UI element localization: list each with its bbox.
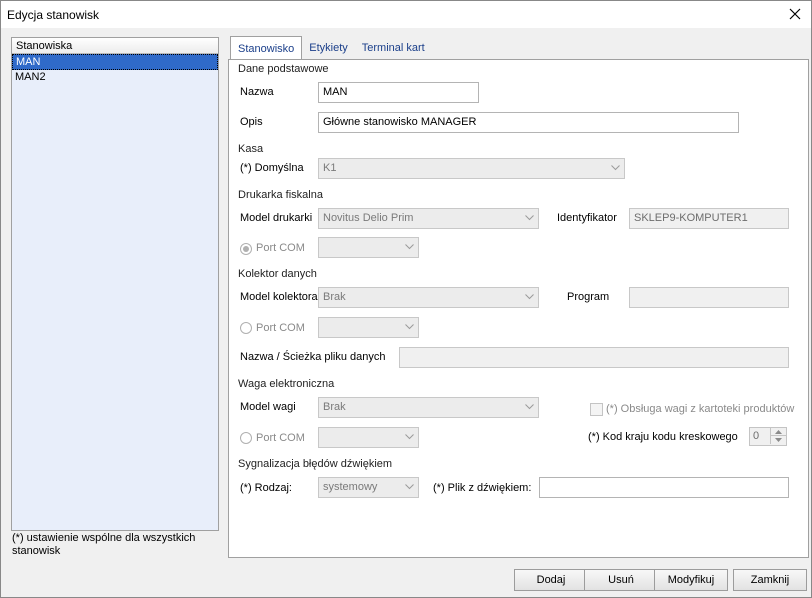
model-kolektora-select[interactable]: Brak	[318, 287, 539, 308]
list-item[interactable]: MAN2	[12, 70, 218, 86]
model-wagi-value: Brak	[323, 401, 346, 413]
chevron-down-icon	[405, 434, 414, 440]
window-title: Edycja stanowisk	[7, 8, 100, 22]
tab-terminal-kart[interactable]: Terminal kart	[355, 38, 432, 59]
rodzaj-value: systemowy	[323, 481, 378, 493]
identyfikator-label: Identyfikator	[557, 212, 617, 224]
model-kolektora-label: Model kolektora	[240, 291, 318, 303]
model-drukarki-value: Novitus Delio Prim	[323, 212, 414, 224]
modyfikuj-button-label: Modyfikuj	[667, 574, 715, 586]
rodzaj-label: (*) Rodzaj:	[240, 482, 292, 494]
port-com-radio-waga[interactable]	[240, 432, 252, 444]
chevron-down-icon	[525, 404, 534, 410]
tab-panel: Dane podstawowe Nazwa MAN Opis Główne st…	[228, 59, 809, 558]
section-drukarka-fiskalna: Drukarka fiskalna	[238, 189, 323, 201]
chevron-down-icon	[405, 324, 414, 330]
chevron-down-icon	[775, 438, 782, 442]
chevron-down-icon	[525, 294, 534, 300]
kod-kraju-label: (*) Kod kraju kodu kreskowego	[588, 431, 738, 443]
list-header: Stanowiska	[12, 38, 218, 54]
section-dane-podstawowe: Dane podstawowe	[238, 63, 329, 75]
usun-button[interactable]: Usuń	[584, 569, 658, 591]
chevron-down-icon	[525, 215, 534, 221]
port-com-select-waga[interactable]	[318, 427, 419, 448]
dodaj-button[interactable]: Dodaj	[514, 569, 588, 591]
port-com-label-kolektor: Port COM	[256, 322, 305, 334]
obsluga-wagi-checkbox[interactable]	[590, 403, 603, 416]
nazwa-field[interactable]: MAN	[318, 82, 479, 103]
identyfikator-field[interactable]: SKLEP9-KOMPUTER1	[629, 208, 789, 229]
chevron-down-icon	[611, 165, 620, 171]
port-com-radio-drukarka[interactable]	[240, 243, 252, 255]
obsluga-wagi-label: (*) Obsługa wagi z kartoteki produktów	[606, 403, 795, 415]
model-kolektora-value: Brak	[323, 291, 346, 303]
model-drukarki-select[interactable]: Novitus Delio Prim	[318, 208, 539, 229]
chevron-up-icon	[775, 429, 782, 434]
plik-dzwiek-field[interactable]	[539, 477, 789, 498]
domyslna-kasa-value: K1	[323, 162, 337, 174]
nazwa-label: Nazwa	[240, 86, 274, 98]
shared-setting-note: (*) ustawienie wspólne dla wszystkich st…	[12, 532, 196, 557]
close-button[interactable]	[783, 3, 807, 25]
section-sygnalizacja: Sygnalizacja błędów dźwiękiem	[238, 458, 393, 470]
tab-bar: Stanowisko Etykiety Terminal kart	[230, 36, 432, 60]
close-icon	[789, 8, 801, 20]
program-field[interactable]	[629, 287, 789, 308]
usun-button-label: Usuń	[608, 574, 634, 586]
kod-kraju-value: 0	[753, 430, 760, 442]
tab-stanowisko[interactable]: Stanowisko	[230, 36, 303, 59]
spin-down-button[interactable]	[770, 436, 786, 444]
port-com-select-drukarka[interactable]	[318, 237, 419, 258]
modyfikuj-button[interactable]: Modyfikuj	[654, 569, 728, 591]
program-label: Program	[567, 291, 610, 303]
section-waga-elektroniczna: Waga elektroniczna	[238, 378, 335, 390]
domyslna-label: (*) Domyślna	[240, 162, 304, 174]
opis-label: Opis	[240, 116, 263, 128]
rodzaj-select[interactable]: systemowy	[318, 477, 419, 498]
kod-kraju-spinner[interactable]: 0	[749, 427, 787, 446]
tab-etykiety[interactable]: Etykiety	[302, 38, 355, 59]
model-wagi-label: Model wagi	[240, 401, 296, 413]
plik-dzwiek-label: (*) Plik z dźwiękiem:	[433, 482, 532, 494]
spin-up-button[interactable]	[770, 428, 786, 436]
section-kasa: Kasa	[238, 143, 264, 155]
model-drukarki-label: Model drukarki	[240, 212, 313, 224]
dialog-body: Stanowiska MAN MAN2 (*) ustawienie wspól…	[0, 28, 812, 598]
port-com-label-drukarka: Port COM	[256, 242, 305, 254]
model-wagi-select[interactable]: Brak	[318, 397, 539, 418]
sciezka-pliku-label: Nazwa / Ścieżka pliku danych	[240, 351, 386, 363]
list-item[interactable]: MAN	[12, 54, 218, 70]
port-com-radio-kolektor[interactable]	[240, 322, 252, 334]
section-kolektor-danych: Kolektor danych	[238, 268, 317, 280]
opis-field[interactable]: Główne stanowisko MANAGER	[318, 112, 739, 133]
domyslna-kasa-select[interactable]: K1	[318, 158, 625, 179]
dodaj-button-label: Dodaj	[536, 574, 566, 586]
port-com-label-waga: Port COM	[256, 432, 305, 444]
chevron-down-icon	[405, 244, 414, 250]
workstation-list[interactable]: Stanowiska MAN MAN2	[11, 37, 219, 531]
port-com-select-kolektor[interactable]	[318, 317, 419, 338]
zamknij-button-label: Zamknij	[750, 574, 790, 586]
sciezka-pliku-field[interactable]	[399, 347, 789, 368]
title-bar: Edycja stanowisk	[0, 0, 812, 28]
chevron-down-icon	[405, 484, 414, 490]
zamknij-button[interactable]: Zamknij	[733, 569, 807, 591]
